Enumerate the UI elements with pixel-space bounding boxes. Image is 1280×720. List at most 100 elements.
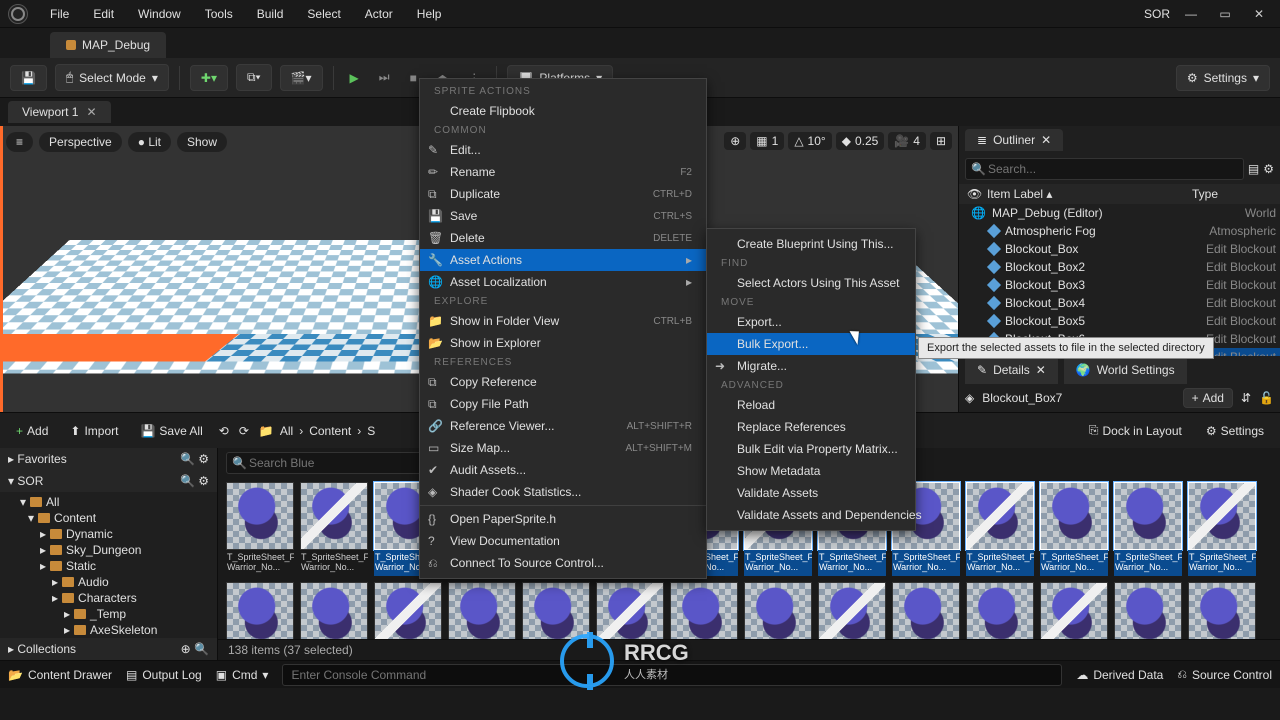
tree-node[interactable]: ▸Dynamic	[0, 526, 217, 542]
lock-icon[interactable]: 🔓	[1259, 391, 1274, 405]
mi-select-actors[interactable]: Select Actors Using This Asset	[707, 272, 915, 294]
mi-copy-path[interactable]: ⧉Copy File Path	[420, 393, 706, 415]
asset-tile[interactable]: T_SpriteSheet	[596, 582, 664, 639]
history-fwd-button[interactable]: ⟳	[239, 424, 249, 438]
mi-show-folder[interactable]: 📁Show in Folder ViewCTRL+B	[420, 310, 706, 332]
snap-button[interactable]: ⊕	[724, 132, 746, 150]
source-control-button[interactable]: ⎌ Source Control	[1177, 667, 1272, 682]
cb-settings-button[interactable]: ⚙ Settings	[1200, 420, 1270, 442]
show-button[interactable]: Show	[177, 132, 227, 152]
crumb-content[interactable]: Content	[309, 424, 351, 438]
tree-node[interactable]: ▸Characters	[0, 590, 217, 606]
crumb-leaf[interactable]: S	[367, 424, 375, 438]
angle-snap-button[interactable]: △ 10°	[788, 132, 831, 150]
asset-tile[interactable]: T_SpriteSheet	[1188, 582, 1256, 639]
tree-node[interactable]: ▸Sky_Dungeon	[0, 542, 217, 558]
history-back-button[interactable]: ⟲	[219, 424, 229, 438]
cb-add-button[interactable]: + Add	[10, 420, 54, 442]
mi-show-explorer[interactable]: 📂Show in Explorer	[420, 332, 706, 354]
menu-help[interactable]: Help	[405, 0, 454, 28]
asset-tile[interactable]: T_SpriteSheet	[374, 582, 442, 639]
perspective-button[interactable]: Perspective	[39, 132, 122, 152]
menu-window[interactable]: Window	[126, 0, 193, 28]
marketplace-button[interactable]: ⧉▾	[236, 64, 272, 91]
outliner-root[interactable]: 🌐 MAP_Debug (Editor) World	[959, 204, 1280, 222]
console-input[interactable]	[282, 664, 1062, 686]
gear-icon[interactable]: ⚙	[1263, 162, 1274, 176]
asset-tile[interactable]: T_SpriteSheet	[1040, 582, 1108, 639]
mi-connect-src[interactable]: ⎌Connect To Source Control...	[420, 552, 706, 574]
cmd-button[interactable]: ▣ Cmd ▾	[216, 668, 269, 682]
asset-search-input[interactable]	[226, 452, 426, 474]
close-button[interactable]: ✕	[1246, 4, 1272, 24]
search-icon[interactable]: 🔍	[194, 642, 209, 656]
close-icon[interactable]: ✕	[1036, 363, 1046, 377]
add-component-button[interactable]: + Add	[1183, 388, 1233, 408]
asset-tile[interactable]: T_SpriteSheet_Female Warrior_No...	[966, 482, 1034, 576]
asset-tile[interactable]: T_SpriteSheet_Female Warrior_No...	[1114, 482, 1182, 576]
tree-content[interactable]: ▾Content	[0, 510, 217, 526]
asset-tile[interactable]: T_SpriteSheet	[1114, 582, 1182, 639]
asset-tile[interactable]: T_SpriteSheet_Female Warrior_No...	[300, 482, 368, 576]
gear-icon[interactable]: ⚙	[198, 452, 209, 466]
close-icon[interactable]: ✕	[1041, 133, 1051, 147]
crumb-all[interactable]: All	[280, 424, 293, 438]
mi-create-flipbook[interactable]: Create Flipbook	[420, 100, 706, 122]
outliner-row[interactable]: Atmospheric FogAtmospheric	[959, 222, 1280, 240]
maximize-viewport-button[interactable]: ⊞	[930, 132, 952, 150]
viewport-tab[interactable]: Viewport 1 ✕	[8, 101, 111, 123]
skip-button[interactable]: ⏭	[373, 66, 396, 89]
save-level-button[interactable]: 💾	[10, 65, 47, 91]
mi-validate[interactable]: Validate Assets	[707, 482, 915, 504]
tree-all[interactable]: ▾All	[0, 494, 217, 510]
mi-audit[interactable]: ✔Audit Assets...	[420, 459, 706, 481]
tree-node[interactable]: ▸AxeSkeleton	[0, 622, 217, 638]
menu-tools[interactable]: Tools	[193, 0, 245, 28]
mi-bulk-edit[interactable]: Bulk Edit via Property Matrix...	[707, 438, 915, 460]
mi-view-doc[interactable]: ?View Documentation	[420, 530, 706, 552]
menu-actor[interactable]: Actor	[353, 0, 405, 28]
asset-tile[interactable]: T_SpriteSheet	[670, 582, 738, 639]
eye-icon[interactable]: 👁	[967, 187, 987, 201]
asset-tile[interactable]: T_SpriteSheet_Female Warrior_No...	[1040, 482, 1108, 576]
mi-ref-viewer[interactable]: 🔗Reference Viewer...ALT+SHIFT+R	[420, 415, 706, 437]
close-icon[interactable]: ✕	[86, 105, 96, 119]
asset-tile[interactable]: T_SpriteSheet	[522, 582, 590, 639]
project-section[interactable]: SOR	[17, 474, 43, 488]
details-tab[interactable]: ✎ Details ✕	[965, 356, 1058, 384]
mi-shader[interactable]: ◈Shader Cook Statistics...	[420, 481, 706, 503]
viewport-options-button[interactable]: ≡	[6, 132, 33, 152]
outliner-row[interactable]: Blockout_Box4Edit Blockout	[959, 294, 1280, 312]
world-settings-tab[interactable]: 🌍 World Settings	[1064, 356, 1187, 384]
asset-tile[interactable]: T_SpriteSheet	[226, 582, 294, 639]
gear-icon[interactable]: ⚙	[198, 474, 209, 488]
mi-migrate[interactable]: ➜Migrate...	[707, 355, 915, 377]
outliner-row[interactable]: Blockout_Box3Edit Blockout	[959, 276, 1280, 294]
menu-build[interactable]: Build	[245, 0, 296, 28]
asset-tile[interactable]: T_SpriteSheet_Female Warrior_No...	[226, 482, 294, 576]
mi-size-map[interactable]: ▭Size Map...ALT+SHIFT+M	[420, 437, 706, 459]
outliner-search-input[interactable]	[965, 158, 1244, 180]
maximize-button[interactable]: ▭	[1212, 4, 1238, 24]
outliner-row[interactable]: Blockout_Box2Edit Blockout	[959, 258, 1280, 276]
add-content-button[interactable]: ✚▾	[190, 65, 228, 91]
app-logo[interactable]	[8, 4, 28, 24]
menu-select[interactable]: Select	[295, 0, 352, 28]
cinematics-button[interactable]: 🎬▾	[280, 65, 323, 91]
mi-reload[interactable]: Reload	[707, 394, 915, 416]
tree-node[interactable]: ▸_Temp	[0, 606, 217, 622]
outliner-tab[interactable]: ≣ Outliner ✕	[965, 129, 1063, 151]
asset-tile[interactable]: T_SpriteSheet	[300, 582, 368, 639]
collections-section[interactable]: Collections	[17, 642, 76, 656]
mi-asset-actions[interactable]: 🔧Asset Actions▸	[420, 249, 706, 271]
add-icon[interactable]: ⊕	[181, 642, 191, 656]
asset-tile[interactable]: T_SpriteSheet	[744, 582, 812, 639]
select-mode-button[interactable]: 🖱 Select Mode ▾	[55, 64, 169, 91]
mi-validate-deps[interactable]: Validate Assets and Dependencies	[707, 504, 915, 526]
hierarchy-icon[interactable]: ⇵	[1241, 391, 1251, 405]
mi-save[interactable]: 💾SaveCTRL+S	[420, 205, 706, 227]
menu-edit[interactable]: Edit	[81, 0, 126, 28]
lit-button[interactable]: ● Lit	[128, 132, 171, 152]
tree-node[interactable]: ▸Audio	[0, 574, 217, 590]
scale-snap-button[interactable]: ◆ 0.25	[836, 132, 885, 150]
